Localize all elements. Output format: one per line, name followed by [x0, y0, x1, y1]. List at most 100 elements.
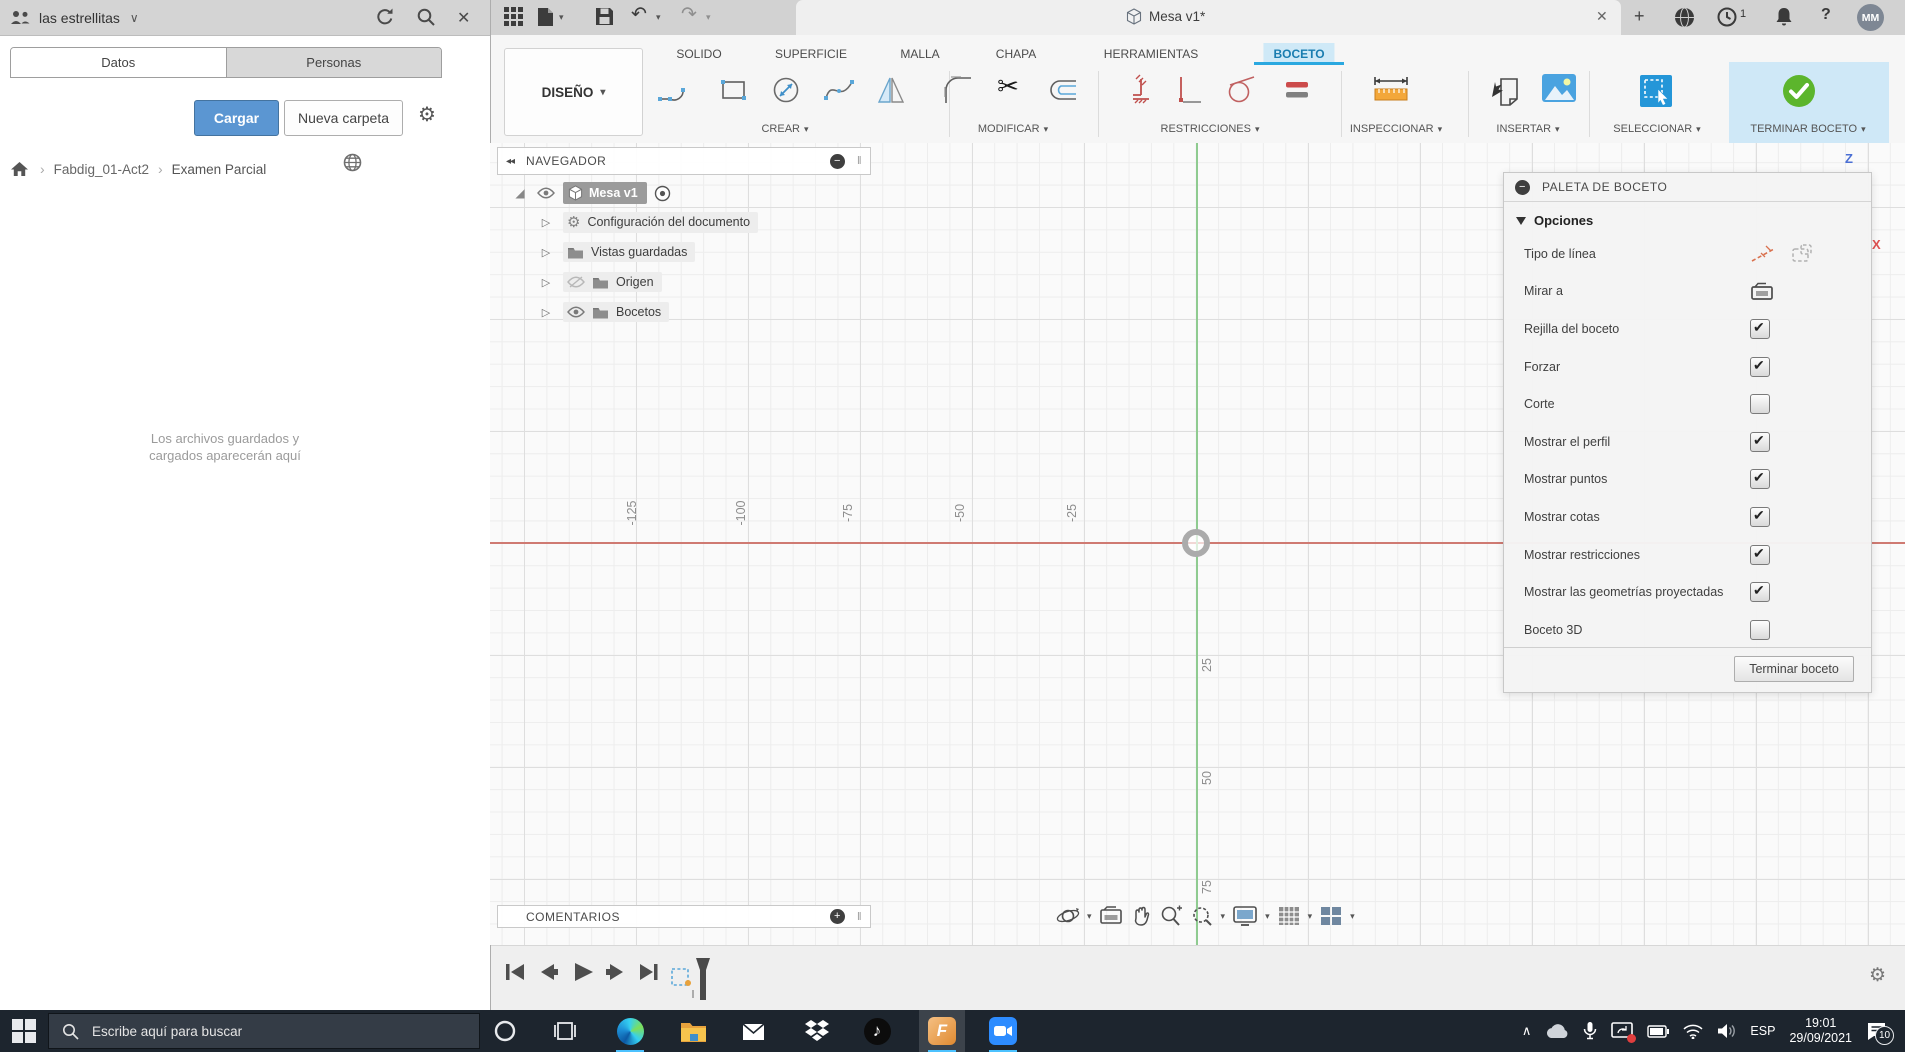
pan-hand-icon[interactable]: [1130, 905, 1152, 927]
tangent-constraint-icon[interactable]: [1224, 73, 1258, 107]
timeline-play-icon[interactable]: [571, 960, 595, 984]
show-dimensions-checkbox[interactable]: [1750, 506, 1770, 527]
timeline-go-start-icon[interactable]: [503, 960, 527, 984]
tab-personas[interactable]: Personas: [225, 48, 441, 77]
upload-button[interactable]: Cargar: [194, 100, 279, 136]
grid-settings-caret-icon[interactable]: ▾: [1308, 911, 1313, 922]
circle-tool-icon[interactable]: [769, 73, 803, 107]
help-icon[interactable]: ?: [1821, 6, 1831, 24]
notifications-bell-icon[interactable]: [1775, 7, 1793, 27]
expander-icon[interactable]: ▷: [537, 306, 555, 319]
line-tool-icon[interactable]: [656, 73, 690, 107]
clock[interactable]: 19:01 29/09/2021: [1789, 1016, 1852, 1046]
look-at-button-icon[interactable]: [1750, 282, 1774, 301]
group-insertar[interactable]: INSERTAR ▾: [1496, 123, 1559, 135]
cortana-button[interactable]: [482, 1010, 528, 1052]
palette-header[interactable]: − PALETA DE BOCETO: [1504, 173, 1871, 202]
new-folder-button[interactable]: Nueva carpeta: [284, 100, 403, 136]
tab-herramientas[interactable]: HERRAMIENTAS: [1094, 43, 1208, 64]
breadcrumb-project[interactable]: Fabdig_01-Act2: [54, 162, 149, 177]
task-view-button[interactable]: [542, 1010, 588, 1052]
group-seleccionar[interactable]: SELECCIONAR ▾: [1613, 123, 1700, 135]
spline-tool-icon[interactable]: [822, 73, 856, 107]
volume-icon[interactable]: [1717, 1023, 1736, 1039]
expander-icon[interactable]: ▷: [537, 216, 555, 229]
tree-row-origin[interactable]: ▷ Origen: [497, 267, 871, 297]
equal-constraint-icon[interactable]: [1280, 73, 1314, 107]
zoom-window-icon[interactable]: [1190, 905, 1214, 927]
group-terminar-boceto[interactable]: TERMINAR BOCETO ▾: [1750, 123, 1865, 135]
insert-image-icon[interactable]: [1541, 73, 1577, 103]
file-menu-icon[interactable]: [537, 7, 554, 27]
mail-app-button[interactable]: [730, 1010, 776, 1052]
team-name[interactable]: las estrellitas: [39, 10, 120, 26]
microphone-icon[interactable]: [1583, 1021, 1597, 1041]
tab-solido[interactable]: SOLIDO: [666, 43, 731, 64]
job-status-clock-icon[interactable]: [1717, 7, 1737, 27]
timeline-step-forward-icon[interactable]: [603, 960, 627, 984]
save-icon[interactable]: [595, 7, 614, 26]
video-call-app-button[interactable]: [980, 1010, 1026, 1052]
search-icon[interactable]: [416, 7, 436, 27]
refresh-icon[interactable]: [375, 7, 395, 27]
home-icon[interactable]: [10, 161, 29, 177]
sketch-canvas[interactable]: -125 -100 -75 -50 -25 25 50 75 X Z ◂◂ NA…: [490, 143, 1905, 945]
orbit-caret-icon[interactable]: ▾: [1087, 911, 1092, 922]
timeline-step-back-icon[interactable]: [537, 960, 561, 984]
tree-row-saved-views[interactable]: ▷ Vistas guardadas: [497, 237, 871, 267]
show-profile-checkbox[interactable]: [1750, 431, 1770, 452]
fusion360-app-button[interactable]: F: [919, 1010, 965, 1052]
collapse-chevrons-icon[interactable]: ◂◂: [506, 156, 515, 167]
zoom-window-caret-icon[interactable]: ▾: [1221, 911, 1226, 922]
eye-visible-icon[interactable]: [567, 306, 585, 318]
battery-icon[interactable]: [1647, 1024, 1670, 1038]
palette-minus-icon[interactable]: −: [1515, 179, 1530, 195]
group-restricciones[interactable]: RESTRICCIONES ▾: [1161, 123, 1260, 135]
wifi-icon[interactable]: [1683, 1024, 1703, 1039]
show-projected-checkbox[interactable]: [1750, 582, 1770, 603]
extensions-globe-icon[interactable]: [1674, 7, 1695, 28]
sketch-grid-checkbox[interactable]: [1750, 318, 1770, 339]
dropbox-app-button[interactable]: [794, 1010, 840, 1052]
viewports-caret-icon[interactable]: ▾: [1350, 911, 1355, 922]
trim-scissors-icon[interactable]: ✂: [997, 71, 1019, 102]
document-close-icon[interactable]: ✕: [1596, 8, 1608, 25]
navigator-grip-icon[interactable]: ‖: [857, 155, 862, 167]
timeline-sketch-feature-marker[interactable]: [669, 956, 715, 1006]
construction-line-icon[interactable]: [1750, 244, 1776, 264]
undo-icon[interactable]: ↶: [631, 3, 647, 26]
file-explorer-button[interactable]: [670, 1010, 716, 1052]
screen-share-icon[interactable]: [1611, 1021, 1637, 1043]
show-constraints-checkbox[interactable]: [1750, 544, 1770, 565]
tree-row-root[interactable]: ◢ Mesa v1: [497, 179, 871, 207]
panel-settings-gear-icon[interactable]: ⚙: [418, 105, 436, 125]
sketch-3d-checkbox[interactable]: [1750, 619, 1770, 640]
tab-datos[interactable]: Datos: [11, 48, 226, 77]
redo-caret-icon[interactable]: ▾: [706, 12, 711, 23]
display-settings-caret-icon[interactable]: ▾: [1265, 911, 1270, 922]
tab-superficie[interactable]: SUPERFICIE: [765, 43, 857, 64]
tree-row-sketches[interactable]: ▷ Bocetos: [497, 297, 871, 327]
comments-plus-icon[interactable]: +: [829, 909, 845, 924]
expander-icon[interactable]: ▷: [537, 246, 555, 259]
edge-app-button[interactable]: [607, 1010, 653, 1052]
file-menu-caret-icon[interactable]: ▾: [559, 12, 564, 23]
group-crear[interactable]: CREAR ▾: [761, 123, 808, 135]
zoom-icon[interactable]: [1159, 905, 1183, 927]
onedrive-cloud-icon[interactable]: [1545, 1023, 1569, 1039]
timeline-settings-gear-icon[interactable]: ⚙: [1869, 964, 1886, 987]
tab-malla[interactable]: MALLA: [890, 43, 949, 64]
finish-sketch-check-icon[interactable]: [1781, 73, 1817, 109]
app-grid-icon[interactable]: [504, 7, 523, 26]
language-indicator[interactable]: ESP: [1750, 1024, 1775, 1038]
start-button-icon[interactable]: [12, 1019, 36, 1043]
redo-icon[interactable]: ↷: [681, 3, 697, 26]
look-at-icon[interactable]: [1099, 906, 1123, 926]
open-on-web-globe-icon[interactable]: [343, 153, 362, 172]
activate-radio-icon[interactable]: [654, 185, 671, 202]
group-modificar[interactable]: MODIFICAR ▾: [978, 123, 1048, 135]
grid-settings-icon[interactable]: [1277, 905, 1301, 927]
insert-derive-icon[interactable]: [1488, 73, 1524, 109]
fillet-tool-icon[interactable]: [941, 73, 975, 107]
tab-boceto[interactable]: BOCETO: [1263, 43, 1335, 64]
